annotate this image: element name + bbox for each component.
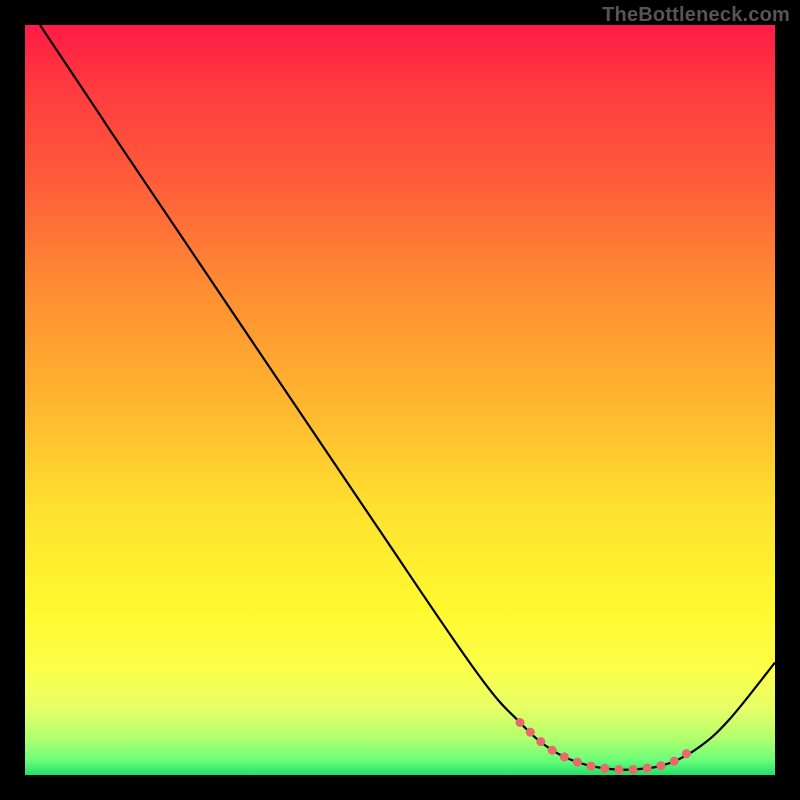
curve-path [40, 25, 775, 770]
chart-frame: TheBottleneck.com [0, 0, 800, 800]
watermark-text: TheBottleneck.com [602, 4, 790, 27]
plot-svg [25, 25, 775, 775]
